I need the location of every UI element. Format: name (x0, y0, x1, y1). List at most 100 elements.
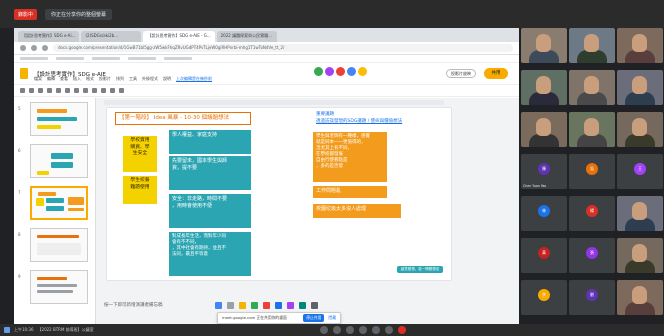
slideshow-button[interactable]: 投影片放映 (446, 69, 476, 78)
teal-sticky-1[interactable]: 學人權益、家庭支持 (169, 130, 251, 154)
participant-tile[interactable] (617, 196, 663, 231)
tab-4[interactable]: 2022 議題探索與公民實踐... (216, 31, 277, 42)
shape-icon[interactable] (101, 88, 106, 93)
participant-tile[interactable] (569, 70, 615, 105)
bookmark-item[interactable] (128, 57, 156, 60)
orange-sticky-1[interactable]: 學生與老師有一種樣，感覺 就是同本一一更值得的， 活尤其上有不同， 在學校都發展… (313, 132, 387, 182)
orange-sticky-2[interactable]: 工作問題亂 (313, 186, 387, 198)
tab-2[interactable]: (2)SDGs/aki2b... (81, 31, 142, 42)
slide-thumbnail[interactable] (30, 102, 88, 136)
participant-tile[interactable] (617, 70, 663, 105)
tab-3[interactable]: 【設計思考實作】SDG e-AIE - G... (143, 31, 215, 42)
yellow-sticky-1[interactable]: 學校資用 購買、學 生安全 (123, 136, 157, 172)
slide-thumbnail[interactable] (30, 228, 88, 262)
menu-tools[interactable]: 工具 (129, 76, 137, 82)
meeting-info-icon[interactable] (4, 327, 10, 333)
collaborator-avatar[interactable] (336, 67, 345, 76)
menu-insert[interactable]: 插入 (73, 76, 81, 82)
folder-icon[interactable] (239, 302, 246, 309)
participant-tile[interactable] (569, 28, 615, 63)
participant-tile[interactable] (617, 238, 663, 273)
participant-tile[interactable] (521, 70, 567, 105)
zoom-icon[interactable] (65, 88, 70, 93)
participant-tile[interactable] (617, 280, 663, 315)
participant-tile[interactable]: 黃 (521, 238, 567, 273)
bookmark-item[interactable] (56, 57, 84, 60)
slide-tag-pill[interactable]: 創意發想，從一問題想法 (397, 266, 443, 273)
slide-header[interactable]: 【第一階段】 Idea 風暴 - 10-30 個議題想法 (115, 112, 251, 125)
speaker-notes[interactable]: 按一下即可新增演講者備忘稿 (104, 302, 163, 308)
slide-thumbnail[interactable] (30, 270, 88, 304)
participant-tile[interactable] (617, 112, 663, 147)
participant-tile[interactable]: 李 (521, 280, 567, 315)
textbox-icon[interactable] (83, 88, 88, 93)
windows-start-icon[interactable] (215, 302, 222, 309)
hide-popup-button[interactable]: 隱藏 (328, 315, 336, 321)
orange-sticky-3[interactable]: 校園垃圾太多沒人處理 (313, 204, 401, 218)
tab-1[interactable]: 【設計思考實作】SDG e-Ai... (18, 31, 80, 42)
last-edit-link[interactable]: 上次編輯是在幾秒前 (176, 76, 212, 82)
participant-tile[interactable]: 張 (569, 238, 615, 273)
menu-help[interactable]: 說明 (163, 76, 171, 82)
line-icon[interactable] (110, 88, 115, 93)
share-button[interactable]: 共用 (484, 68, 508, 79)
participant-tile[interactable]: 楊 (569, 196, 615, 231)
address-input[interactable]: docs.google.com/presentation/d/1GwB71bl5… (53, 44, 513, 52)
participant-tile[interactable]: 吳 (569, 154, 615, 189)
slide-thumbnail-selected[interactable] (30, 186, 88, 220)
undo-icon[interactable] (29, 88, 34, 93)
chrome-icon[interactable] (251, 302, 258, 309)
collaborator-avatar[interactable] (325, 67, 334, 76)
mail-icon[interactable] (263, 302, 270, 309)
participant-tile[interactable] (521, 28, 567, 63)
participant-tile[interactable]: 林 (521, 196, 567, 231)
participant-tile[interactable] (617, 28, 663, 63)
add-icon[interactable] (20, 88, 25, 93)
slide-note-subtitle[interactable]: 透過訪談發現的SDG議題 / 使命與價值想法 (313, 117, 449, 127)
teal-sticky-2[interactable]: 先要留未，國本學生與師 資，提不要 (169, 156, 251, 190)
more-options-icon[interactable] (385, 326, 393, 334)
participant-tile[interactable] (521, 112, 567, 147)
settings-icon[interactable] (311, 302, 318, 309)
back-icon[interactable] (20, 45, 26, 51)
image-icon[interactable] (92, 88, 97, 93)
camera-icon[interactable] (333, 326, 341, 334)
edge-icon[interactable] (275, 302, 282, 309)
slides-logo-icon[interactable] (20, 68, 28, 79)
collaborator-avatar[interactable] (358, 67, 367, 76)
menu-arrange[interactable]: 排列 (116, 76, 124, 82)
present-icon[interactable] (359, 326, 367, 334)
teal-sticky-4[interactable]: 對成長年生活，而對年少同 會有不不同， ，其中社會有期待，並且不 法同，最且平等… (169, 232, 251, 276)
search-icon[interactable] (227, 302, 234, 309)
participant-tile[interactable]: 劉 (569, 280, 615, 315)
comment-icon[interactable] (119, 88, 124, 93)
mic-icon[interactable] (320, 326, 328, 334)
teams-icon[interactable] (287, 302, 294, 309)
raise-hand-icon[interactable] (372, 326, 380, 334)
stop-sharing-button[interactable]: 停止共用 (303, 314, 325, 322)
participant-tile[interactable]: 陳 Chen Yuan Yao (521, 154, 567, 189)
end-call-icon[interactable] (398, 326, 406, 334)
menu-view[interactable]: 查看 (60, 76, 68, 82)
collaborator-avatar[interactable] (347, 67, 356, 76)
captions-icon[interactable] (346, 326, 354, 334)
bookmark-item[interactable] (164, 57, 192, 60)
paint-format-icon[interactable] (56, 88, 61, 93)
slide-thumbnail[interactable] (30, 144, 88, 178)
participant-tile[interactable]: 王 (617, 154, 663, 189)
redo-icon[interactable] (38, 88, 43, 93)
reload-icon[interactable] (42, 45, 48, 51)
bookmark-item[interactable] (92, 57, 120, 60)
menu-format[interactable]: 格式 (86, 76, 94, 82)
forward-icon[interactable] (31, 45, 37, 51)
yellow-sticky-2[interactable]: 學生校餐 難題使用 (123, 176, 157, 204)
bookmark-item[interactable] (20, 57, 48, 60)
menu-addons[interactable]: 外掛程式 (142, 76, 158, 82)
teal-sticky-3[interactable]: 安全：非走路，時間不要 ，用時會使用不便 (169, 194, 251, 228)
print-icon[interactable] (47, 88, 52, 93)
meet-icon[interactable] (299, 302, 306, 309)
collaborator-avatar[interactable] (314, 67, 323, 76)
slide-canvas[interactable]: 【第一階段】 Idea 風暴 - 10-30 個議題想法 重要議題 透過訪談發現… (107, 108, 451, 280)
select-icon[interactable] (74, 88, 79, 93)
menu-slide[interactable]: 投影片 (99, 76, 111, 82)
